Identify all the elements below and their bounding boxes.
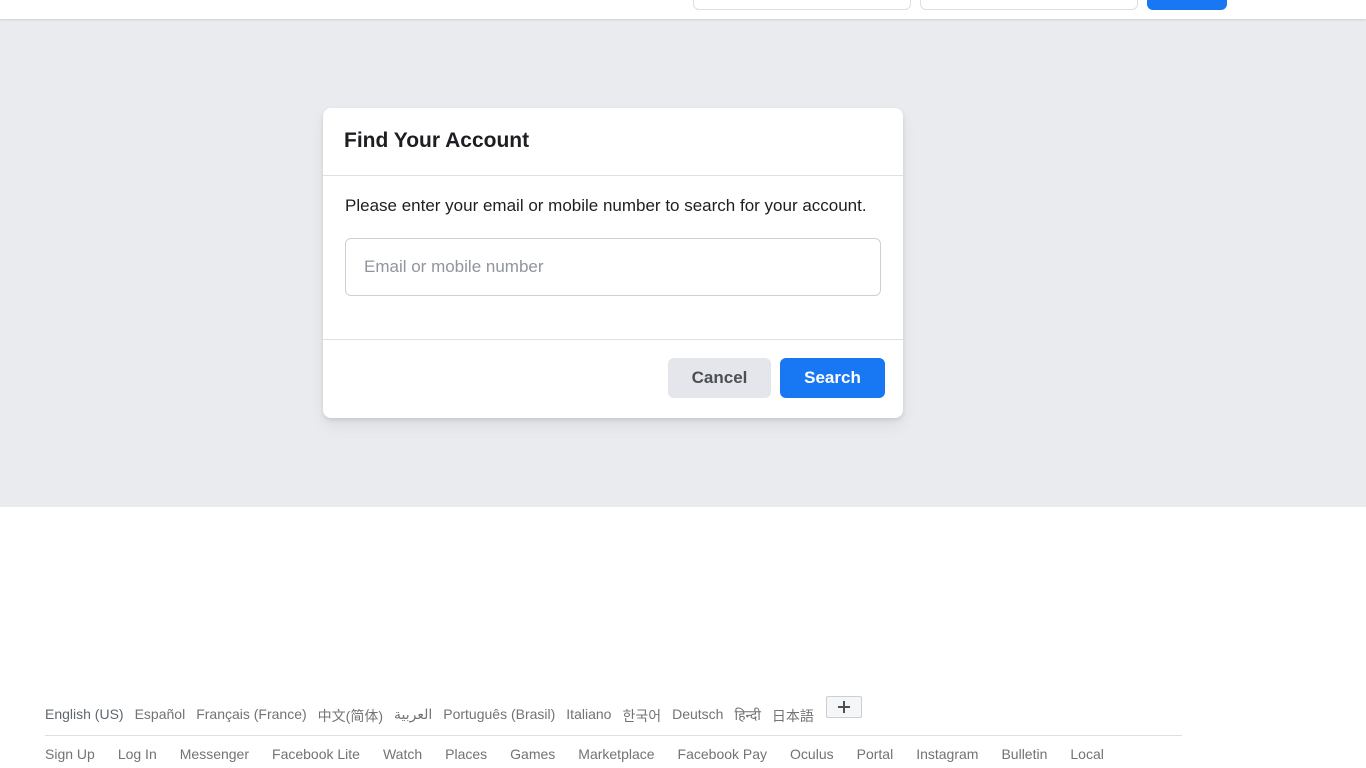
language-link[interactable]: 한국어 bbox=[622, 706, 661, 726]
footer-link-log-in[interactable]: Log In bbox=[118, 746, 157, 762]
footer-links-row: Sign Up Log In Messenger Facebook Lite W… bbox=[45, 736, 1182, 762]
header-login-button[interactable] bbox=[1147, 0, 1227, 10]
language-link[interactable]: Italiano bbox=[566, 706, 611, 722]
footer-link-facebook-pay[interactable]: Facebook Pay bbox=[678, 746, 768, 762]
email-or-mobile-input[interactable] bbox=[345, 238, 881, 296]
language-link[interactable]: Español bbox=[135, 706, 186, 722]
footer-link-portal[interactable]: Portal bbox=[857, 746, 894, 762]
footer-link-sign-up[interactable]: Sign Up bbox=[45, 746, 95, 762]
header-email-input[interactable] bbox=[693, 0, 911, 10]
dialog-footer: Cancel Search bbox=[323, 340, 903, 416]
more-languages-button[interactable] bbox=[825, 696, 862, 718]
footer-link-oculus[interactable]: Oculus bbox=[790, 746, 834, 762]
footer-link-bulletin[interactable]: Bulletin bbox=[1001, 746, 1047, 762]
dialog-body: Please enter your email or mobile number… bbox=[323, 176, 903, 340]
footer-link-places[interactable]: Places bbox=[445, 746, 487, 762]
find-account-dialog: Find Your Account Please enter your emai… bbox=[323, 108, 903, 418]
language-link[interactable]: Français (France) bbox=[196, 706, 306, 722]
page-footer: English (US) Español Français (France) 中… bbox=[45, 696, 1182, 762]
main-content-area: Find Your Account Please enter your emai… bbox=[0, 19, 1366, 507]
header-password-input[interactable] bbox=[920, 0, 1138, 10]
dialog-header: Find Your Account bbox=[323, 108, 903, 176]
footer-link-watch[interactable]: Watch bbox=[383, 746, 422, 762]
dialog-title: Find Your Account bbox=[344, 129, 530, 152]
language-link[interactable]: Deutsch bbox=[672, 706, 723, 722]
footer-link-messenger[interactable]: Messenger bbox=[180, 746, 249, 762]
language-link[interactable]: 中文(简体) bbox=[318, 706, 383, 726]
footer-link-facebook-lite[interactable]: Facebook Lite bbox=[272, 746, 360, 762]
plus-icon bbox=[837, 701, 850, 713]
language-link[interactable]: 日本語 bbox=[772, 706, 814, 726]
footer-link-local[interactable]: Local bbox=[1070, 746, 1103, 762]
language-link[interactable]: हिन्दी bbox=[734, 706, 760, 725]
cancel-button[interactable]: Cancel bbox=[668, 358, 771, 398]
search-button[interactable]: Search bbox=[780, 358, 885, 398]
top-header-bar bbox=[0, 0, 1366, 19]
footer-link-games[interactable]: Games bbox=[510, 746, 555, 762]
footer-link-instagram[interactable]: Instagram bbox=[916, 746, 978, 762]
language-link[interactable]: English (US) bbox=[45, 706, 124, 722]
language-selector-row: English (US) Español Français (France) 中… bbox=[45, 696, 1182, 736]
language-link[interactable]: العربية bbox=[394, 706, 432, 723]
dialog-description: Please enter your email or mobile number… bbox=[345, 196, 867, 215]
footer-link-marketplace[interactable]: Marketplace bbox=[578, 746, 654, 762]
language-link[interactable]: Português (Brasil) bbox=[443, 706, 555, 722]
